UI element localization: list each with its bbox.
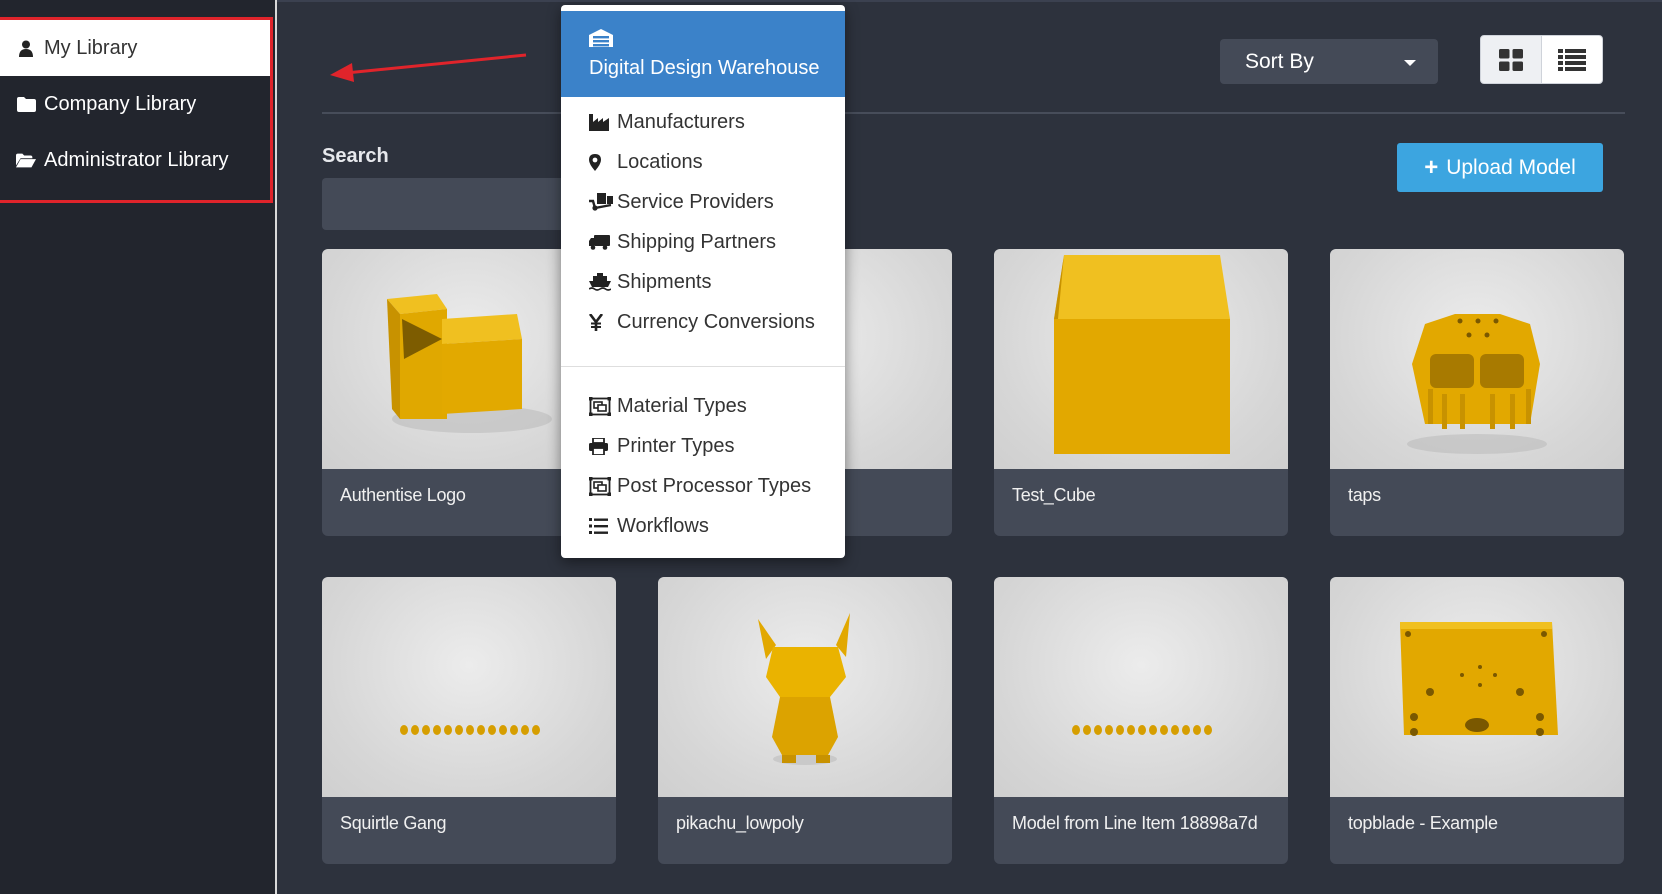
model-card[interactable]: Squirtle Gang bbox=[322, 577, 616, 864]
model-card[interactable]: pikachu_lowpoly bbox=[658, 577, 952, 864]
model-name: Authentise Logo bbox=[340, 485, 466, 505]
menu-divider bbox=[561, 366, 845, 367]
search-label: Search bbox=[322, 145, 389, 167]
grid-view-icon bbox=[1499, 48, 1523, 71]
menu-item-workflows[interactable]: Workflows bbox=[561, 507, 845, 545]
warehouse-icon bbox=[589, 29, 613, 52]
model-card[interactable]: Test_Cube bbox=[994, 249, 1288, 536]
model-thumbnail bbox=[994, 577, 1288, 797]
menu-item-material-types[interactable]: Material Types bbox=[561, 387, 845, 425]
yen-icon bbox=[589, 313, 613, 331]
model-thumbnail bbox=[1330, 577, 1624, 797]
caret-down-icon bbox=[1404, 60, 1416, 66]
menu-item-label: Shipping Partners bbox=[617, 230, 776, 253]
model-card[interactable]: topblade - Example bbox=[1330, 577, 1624, 864]
menu-item-currency-conversions[interactable]: Currency Conversions bbox=[561, 303, 845, 341]
list-view-icon bbox=[1558, 48, 1586, 71]
dropdown-header[interactable]: Digital Design Warehouse bbox=[561, 11, 845, 97]
list-view-button[interactable] bbox=[1541, 35, 1603, 84]
model-card[interactable]: taps bbox=[1330, 249, 1624, 536]
model-name: taps bbox=[1348, 485, 1381, 505]
model-thumbnail bbox=[1330, 249, 1624, 469]
annotation-highlight-box bbox=[0, 17, 273, 203]
model-thumbnail bbox=[322, 577, 616, 797]
model-name: Test_Cube bbox=[1012, 485, 1096, 505]
industry-icon bbox=[589, 113, 613, 131]
model-name: Model from Line Item 18898a7d bbox=[1012, 813, 1258, 833]
header-divider bbox=[322, 112, 1625, 114]
sort-by-dropdown[interactable]: Sort By bbox=[1220, 39, 1438, 84]
menu-item-label: Manufacturers bbox=[617, 110, 745, 133]
grid-view-button[interactable] bbox=[1480, 35, 1542, 84]
menu-item-label: Printer Types bbox=[617, 434, 735, 457]
menu-item-shipments[interactable]: Shipments bbox=[561, 263, 845, 301]
list-ol-icon bbox=[589, 518, 613, 534]
model-name: topblade - Example bbox=[1348, 813, 1498, 833]
menu-item-label: Workflows bbox=[617, 514, 709, 537]
model-thumbnail bbox=[994, 249, 1288, 469]
upload-model-button[interactable]: + Upload Model bbox=[1397, 143, 1603, 192]
object-group-icon bbox=[589, 396, 613, 416]
object-group-icon bbox=[589, 476, 613, 496]
upload-model-label: Upload Model bbox=[1446, 155, 1576, 179]
model-thumbnail bbox=[658, 577, 952, 797]
menu-item-shipping-partners[interactable]: Shipping Partners bbox=[561, 223, 845, 261]
menu-item-label: Currency Conversions bbox=[617, 310, 815, 333]
menu-item-label: Service Providers bbox=[617, 190, 774, 213]
menu-item-post-processor-types[interactable]: Post Processor Types bbox=[561, 467, 845, 505]
warehouse-dropdown-menu: Digital Design Warehouse Manufacturers L… bbox=[561, 5, 845, 558]
menu-item-manufacturers[interactable]: Manufacturers bbox=[561, 103, 845, 141]
search-input[interactable] bbox=[322, 178, 586, 230]
sidebar-divider bbox=[275, 0, 277, 894]
dolly-icon bbox=[589, 193, 613, 211]
menu-item-printer-types[interactable]: Printer Types bbox=[561, 427, 845, 465]
model-name: Squirtle Gang bbox=[340, 813, 447, 833]
menu-item-label: Post Processor Types bbox=[617, 474, 812, 497]
menu-item-label: Material Types bbox=[617, 394, 747, 417]
menu-item-label: Locations bbox=[617, 150, 703, 173]
sort-by-label: Sort By bbox=[1245, 49, 1314, 73]
annotation-arrow-icon bbox=[330, 53, 527, 82]
print-icon bbox=[589, 437, 613, 455]
dropdown-title: Digital Design Warehouse bbox=[589, 57, 820, 79]
plus-icon: + bbox=[1424, 153, 1439, 181]
model-card[interactable]: Model from Line Item 18898a7d bbox=[994, 577, 1288, 864]
menu-item-label: Shipments bbox=[617, 270, 712, 293]
truck-icon bbox=[589, 234, 613, 250]
menu-item-service-providers[interactable]: Service Providers bbox=[561, 183, 845, 221]
menu-item-locations[interactable]: Locations bbox=[561, 143, 845, 181]
map-marker-icon bbox=[589, 153, 613, 171]
ship-icon bbox=[589, 273, 613, 291]
model-name: pikachu_lowpoly bbox=[676, 813, 804, 833]
